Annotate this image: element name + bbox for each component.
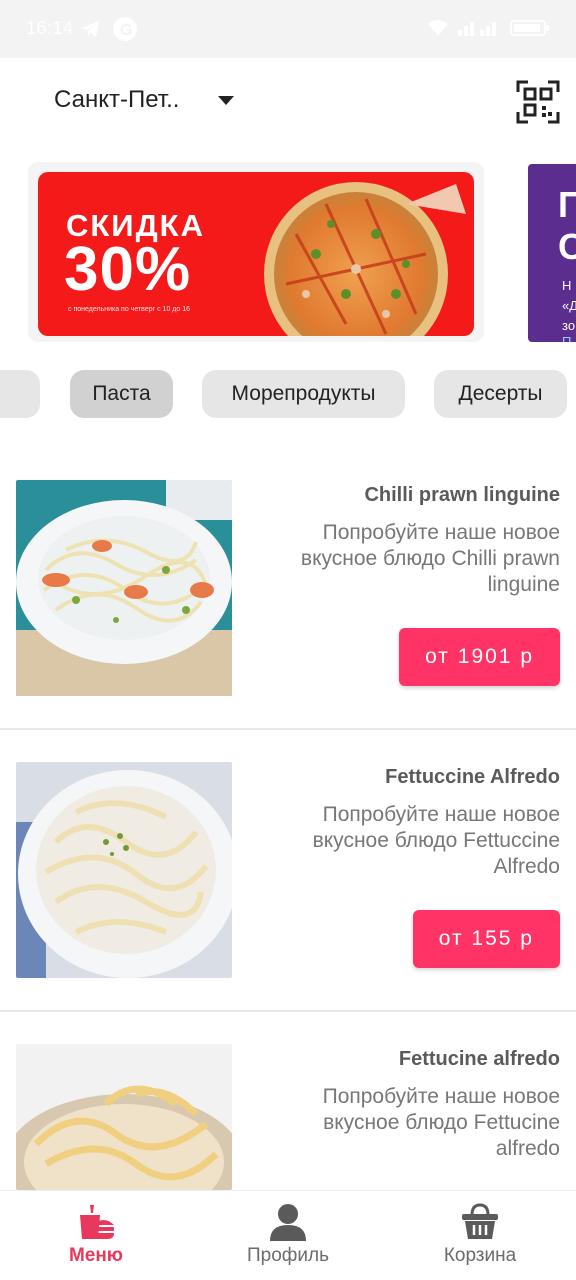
- dropdown-arrow-icon: [218, 96, 235, 105]
- product-card[interactable]: Chilli prawn linguine Попробуйте наше но…: [0, 480, 576, 730]
- product-description: Попробуйте наше новое вкусное блюдо Chil…: [300, 521, 560, 596]
- product-name: Fettucine alfredo: [398, 1048, 560, 1070]
- category-tabs: Паста Морепродукты Десерты: [0, 370, 576, 422]
- status-bar: 16:14 G: [0, 0, 576, 58]
- fast-food-icon: [80, 1205, 114, 1239]
- product-name: Chilli prawn linguine: [364, 484, 560, 506]
- battery-icon: [510, 20, 549, 36]
- promo-banner-secondary[interactable]: П С Н «Д зо П: [528, 164, 576, 342]
- nav-profile[interactable]: Профиль: [192, 1191, 384, 1280]
- pizza-image: [264, 182, 466, 336]
- nav-cart[interactable]: Корзина: [384, 1191, 576, 1280]
- secondary-banner-title: П С: [558, 184, 576, 267]
- product-card[interactable]: Fettucine alfredo Попробуйте наше новое …: [0, 1044, 576, 1194]
- product-card[interactable]: Fettuccine Alfredo Попробуйте наше новое…: [0, 762, 576, 1012]
- nav-menu[interactable]: Меню: [0, 1191, 192, 1280]
- nav-label: Корзина: [443, 1245, 517, 1266]
- signal-icon: [458, 22, 496, 36]
- promo-note: с понедельника по четверг с 10 до 16: [68, 306, 190, 313]
- status-notification-icons: G: [80, 16, 138, 42]
- promo-banner-discount[interactable]: СКИДКА 30% с понедельника по четверг с 1…: [28, 162, 484, 342]
- qr-code-icon: [516, 80, 560, 124]
- category-chip-pasta[interactable]: Паста: [70, 370, 173, 418]
- promo-percent: 30%: [64, 235, 192, 304]
- wifi-icon: [428, 20, 448, 36]
- secondary-banner-text: Н «Д зо: [562, 278, 576, 333]
- price-button[interactable]: от 1901 р: [399, 628, 560, 686]
- svg-text:G: G: [120, 22, 132, 39]
- app-header: Санкт-Пет..: [0, 58, 576, 150]
- category-chip-seafood[interactable]: Морепродукты: [202, 370, 405, 418]
- product-name: Fettuccine Alfredo: [385, 766, 560, 788]
- status-system-icons: [426, 18, 550, 38]
- product-image: [16, 762, 232, 978]
- telegram-icon: [82, 21, 99, 37]
- secondary-banner-link[interactable]: П: [562, 334, 571, 342]
- city-name: Санкт-Пет..: [54, 86, 180, 113]
- bottom-navigation: Меню Профиль Корзина: [0, 1190, 576, 1280]
- person-icon: [270, 1204, 306, 1241]
- product-image: [16, 480, 232, 696]
- promo-banner-carousel[interactable]: СКИДКА 30% с понедельника по четверг с 1…: [0, 160, 576, 346]
- category-label: Морепродукты: [231, 382, 376, 405]
- promo-banner-background: СКИДКА 30% с понедельника по четверг с 1…: [38, 172, 474, 336]
- product-description: Попробуйте наше новое вкусное блюдо Fett…: [312, 803, 560, 878]
- city-selector[interactable]: Санкт-Пет..: [54, 86, 235, 114]
- basket-icon: [462, 1203, 498, 1239]
- nav-label: Меню: [68, 1245, 124, 1266]
- price-button[interactable]: от 155 р: [412, 910, 560, 968]
- product-description: Попробуйте наше новое вкусное блюдо Fett…: [322, 1085, 560, 1160]
- category-label: Десерты: [458, 382, 543, 405]
- category-label: Паста: [92, 382, 151, 405]
- nav-label: Профиль: [246, 1245, 330, 1266]
- app-notification-icon: G: [113, 17, 137, 41]
- product-image: [16, 1044, 232, 1190]
- category-chip-hidden[interactable]: [0, 370, 40, 418]
- category-chip-desserts[interactable]: Десерты: [434, 370, 567, 418]
- qr-scan-button[interactable]: [516, 80, 560, 124]
- status-time: 16:14: [26, 18, 74, 38]
